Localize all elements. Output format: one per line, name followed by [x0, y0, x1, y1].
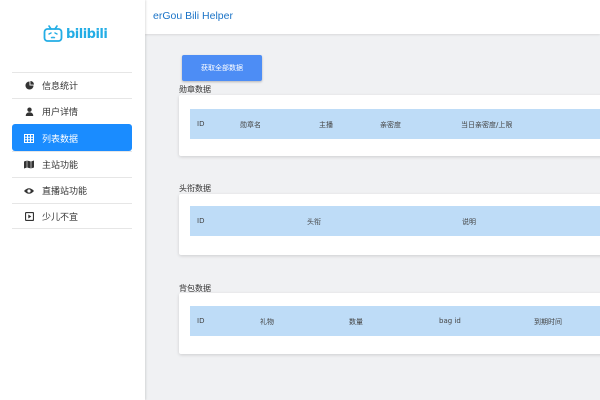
sidebar-item-main-site[interactable]: 主站功能 — [12, 151, 132, 177]
column-header[interactable]: ID — [197, 217, 204, 225]
sidebar-item-label: 信息统计 — [42, 82, 79, 92]
column-header[interactable]: 亲密度 — [380, 120, 401, 130]
column-header[interactable]: 数量 — [349, 317, 363, 327]
play-square-icon — [24, 211, 34, 221]
sidebar-item-label: 少儿不宜 — [42, 212, 79, 223]
tv-icon — [43, 25, 63, 42]
sidebar-item-label: 直播站功能 — [42, 187, 88, 197]
medal-table-card: ID 勋章名 主播 亲密度 当日亲密度/上限 — [179, 95, 600, 156]
column-header[interactable]: 礼物 — [260, 317, 274, 327]
sidebar-item-live[interactable]: 直播站功能 — [12, 177, 132, 203]
title-table-header: ID 头衔 说明 — [190, 206, 600, 236]
pie-chart-icon — [24, 81, 34, 91]
column-header[interactable]: 头衔 — [307, 217, 321, 227]
sidebar-item-label: 用户详情 — [42, 108, 79, 118]
app-title: erGou Bili Helper — [153, 10, 233, 22]
table-icon — [24, 133, 34, 143]
top-bar: erGou Bili Helper — [145, 0, 600, 34]
sidebar-item-user[interactable]: 用户详情 — [12, 98, 132, 124]
medal-table-header: ID 勋章名 主播 亲密度 当日亲密度/上限 — [190, 109, 600, 139]
column-header[interactable]: bag id — [439, 317, 461, 325]
sidebar-item-label: 列表数据 — [42, 134, 79, 145]
column-header[interactable]: 到期时间 — [534, 317, 562, 327]
sidebar: bilibili 信息统计 用户详情 列表数据 主站功能 直播站功能 少儿不宜 — [0, 0, 145, 400]
sidebar-item-nsfw[interactable]: 少儿不宜 — [12, 203, 132, 229]
user-icon — [24, 107, 34, 117]
sidebar-item-list[interactable]: 列表数据 — [12, 124, 132, 151]
sidebar-item-label: 主站功能 — [42, 161, 79, 171]
backpack-table-header: ID 礼物 数量 bag id 到期时间 — [190, 306, 600, 336]
column-header[interactable]: 主播 — [319, 120, 333, 130]
map-icon — [24, 160, 34, 170]
column-header[interactable]: 当日亲密度/上限 — [461, 120, 512, 130]
column-header[interactable]: 勋章名 — [240, 120, 261, 130]
title-table-card: ID 头衔 说明 — [179, 194, 600, 255]
fetch-all-data-button[interactable]: 获取全部数据 — [182, 55, 262, 81]
title-section-title: 头衔数据 — [179, 184, 211, 193]
eye-icon — [24, 186, 34, 196]
column-header[interactable]: ID — [197, 317, 204, 325]
logo-text: bilibili — [66, 26, 108, 42]
sidebar-item-stats[interactable]: 信息统计 — [12, 72, 132, 98]
backpack-table-card: ID 礼物 数量 bag id 到期时间 — [179, 293, 600, 354]
sidebar-nav: 信息统计 用户详情 列表数据 主站功能 直播站功能 少儿不宜 — [12, 72, 132, 229]
medal-section-title: 勋章数据 — [179, 85, 211, 94]
column-header[interactable]: 说明 — [462, 217, 476, 227]
bilibili-logo[interactable]: bilibili — [43, 24, 108, 44]
column-header[interactable]: ID — [197, 120, 204, 128]
